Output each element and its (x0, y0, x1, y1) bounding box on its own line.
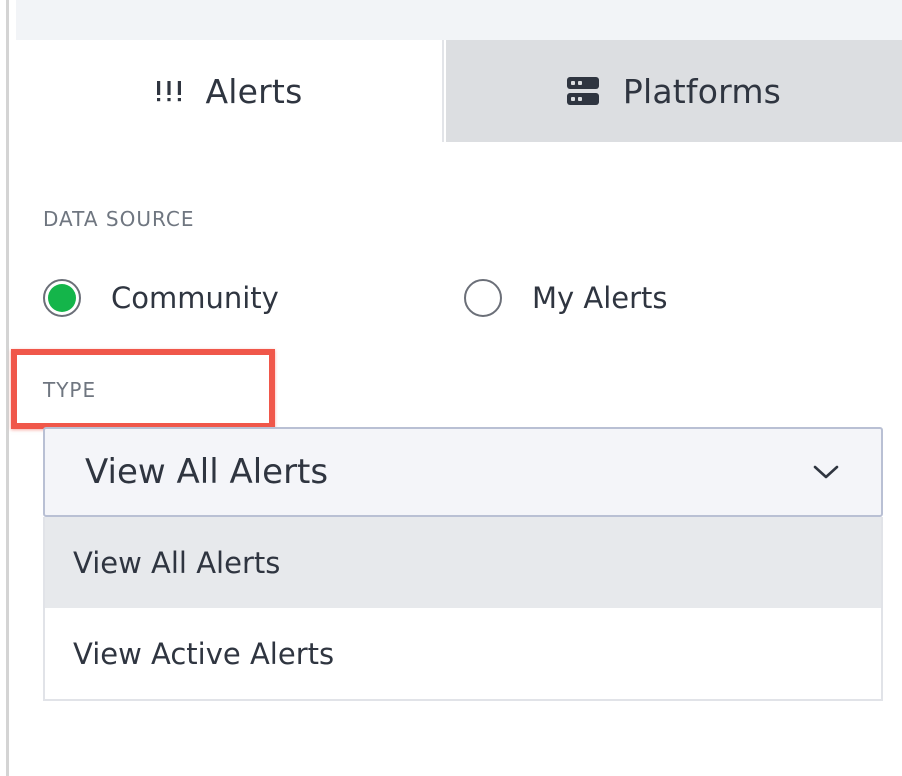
radio-community-circle[interactable] (43, 279, 81, 317)
tab-platforms[interactable]: Platforms (446, 40, 902, 142)
tab-alerts[interactable]: Alerts (16, 40, 444, 142)
radio-community-label: Community (111, 281, 279, 315)
radio-community[interactable]: Community (43, 279, 279, 317)
data-source-radio-group: Community My Alerts (43, 279, 823, 323)
type-dropdown-menu: View All Alerts View Active Alerts (43, 517, 883, 701)
dropdown-option-view-active-alerts[interactable]: View Active Alerts (45, 608, 881, 699)
panel-divider (6, 0, 9, 776)
type-select[interactable]: View All Alerts (43, 427, 883, 517)
alerts-panel: Alerts Platforms DATA SOURCE Community M… (0, 0, 902, 776)
alerts-icon (156, 79, 182, 103)
type-select-value: View All Alerts (85, 452, 329, 492)
radio-my-alerts[interactable]: My Alerts (464, 279, 668, 317)
chevron-down-icon[interactable] (813, 464, 839, 480)
tab-bar: Alerts Platforms (16, 40, 902, 142)
annotation-highlight-box (11, 349, 275, 429)
data-source-heading: DATA SOURCE (43, 207, 195, 231)
server-icon (566, 77, 599, 105)
tab-alerts-label: Alerts (205, 71, 303, 111)
radio-selected-dot (48, 284, 76, 312)
panel-header-strip (16, 0, 902, 40)
tab-platforms-label: Platforms (622, 71, 782, 111)
dropdown-option-view-all-alerts[interactable]: View All Alerts (45, 517, 881, 608)
radio-my-alerts-circle[interactable] (464, 279, 502, 317)
radio-my-alerts-label: My Alerts (532, 281, 668, 315)
